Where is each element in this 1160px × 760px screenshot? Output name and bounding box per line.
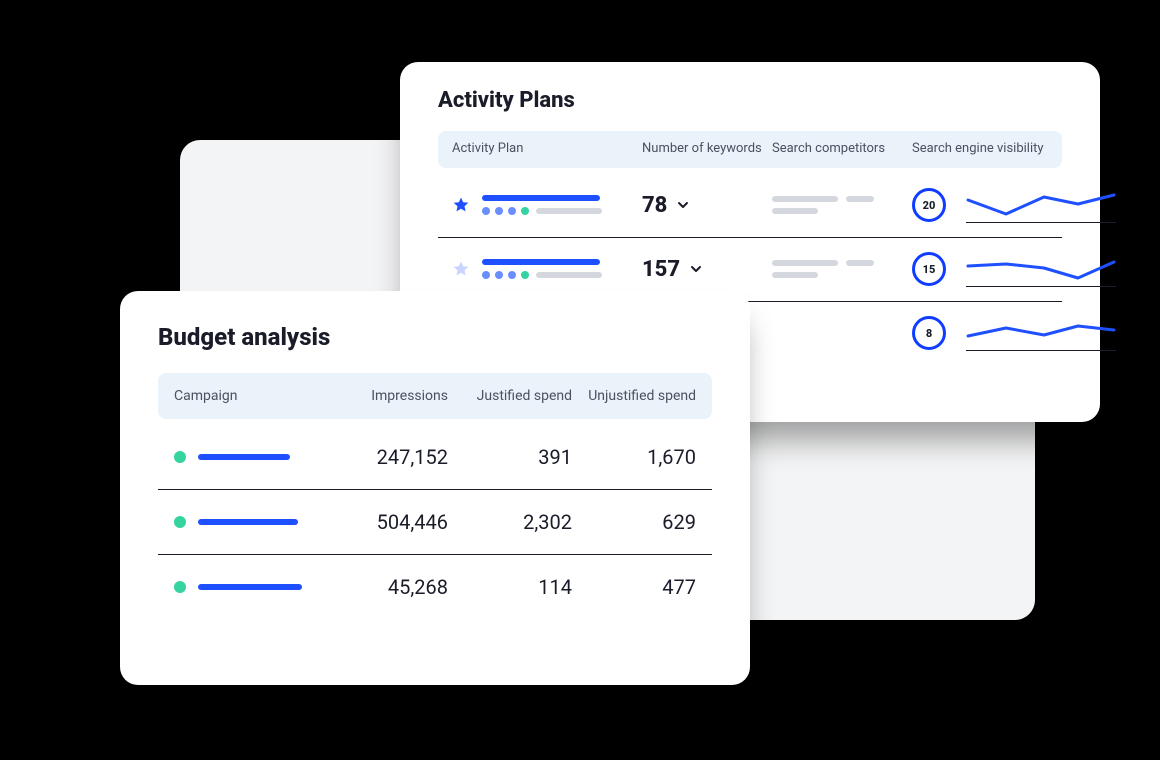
campaign-bar [198, 454, 290, 460]
budget-analysis-title: Budget analysis [158, 323, 712, 351]
plan-placeholder-lines [482, 259, 602, 279]
budget-table-header: Campaign Impressions Justified spend Unj… [158, 373, 712, 419]
keywords-toggle[interactable]: 157 [642, 257, 762, 282]
campaign-bar [198, 519, 298, 525]
justified-value: 2,302 [448, 510, 572, 534]
budget-row[interactable]: 504,446 2,302 629 [158, 490, 712, 555]
keywords-toggle[interactable]: 78 [642, 193, 762, 218]
unjustified-value: 1,670 [572, 445, 696, 469]
chevron-down-icon [675, 197, 691, 213]
visibility-sparkline [966, 188, 1116, 223]
budget-analysis-card: Budget analysis Campaign Impressions Jus… [120, 291, 750, 685]
campaign-cell [174, 516, 324, 528]
competitors-placeholder [772, 260, 902, 278]
budget-row[interactable]: 247,152 391 1,670 [158, 425, 712, 490]
col-impressions: Impressions [324, 387, 448, 405]
col-number-keywords: Number of keywords [642, 141, 762, 158]
visibility-sparkline [966, 316, 1116, 351]
plan-placeholder-lines [482, 195, 602, 215]
activity-row[interactable]: 78 20 [438, 174, 1062, 238]
unjustified-value: 629 [572, 510, 696, 534]
visibility-sparkline [966, 252, 1116, 287]
budget-row[interactable]: 45,268 114 477 [158, 555, 712, 619]
visibility-badge: 8 [912, 316, 946, 350]
unjustified-value: 477 [572, 575, 696, 599]
keywords-value: 157 [642, 257, 680, 282]
campaign-cell [174, 451, 324, 463]
col-search-visibility: Search engine visibility [912, 141, 1048, 158]
impressions-value: 45,268 [324, 575, 448, 599]
visibility-badge: 20 [912, 188, 946, 222]
status-dot-icon [174, 451, 186, 463]
campaign-cell [174, 581, 324, 593]
activity-table-header: Activity Plan Number of keywords Search … [438, 131, 1062, 168]
col-activity-plan: Activity Plan [452, 141, 632, 158]
status-dot-icon [174, 581, 186, 593]
impressions-value: 247,152 [324, 445, 448, 469]
impressions-value: 504,446 [324, 510, 448, 534]
col-campaign: Campaign [174, 387, 324, 405]
col-unjustified-spend: Unjustified spend [572, 387, 696, 405]
col-search-competitors: Search competitors [772, 141, 902, 158]
justified-value: 114 [448, 575, 572, 599]
campaign-bar [198, 584, 302, 590]
col-justified-spend: Justified spend [448, 387, 572, 405]
visibility-badge: 15 [912, 252, 946, 286]
chevron-down-icon [688, 261, 704, 277]
star-icon[interactable] [452, 196, 470, 214]
status-dot-icon [174, 516, 186, 528]
keywords-value: 78 [642, 193, 667, 218]
activity-plans-title: Activity Plans [438, 88, 1062, 113]
competitors-placeholder [772, 196, 902, 214]
justified-value: 391 [448, 445, 572, 469]
star-outline-icon[interactable] [452, 260, 470, 278]
